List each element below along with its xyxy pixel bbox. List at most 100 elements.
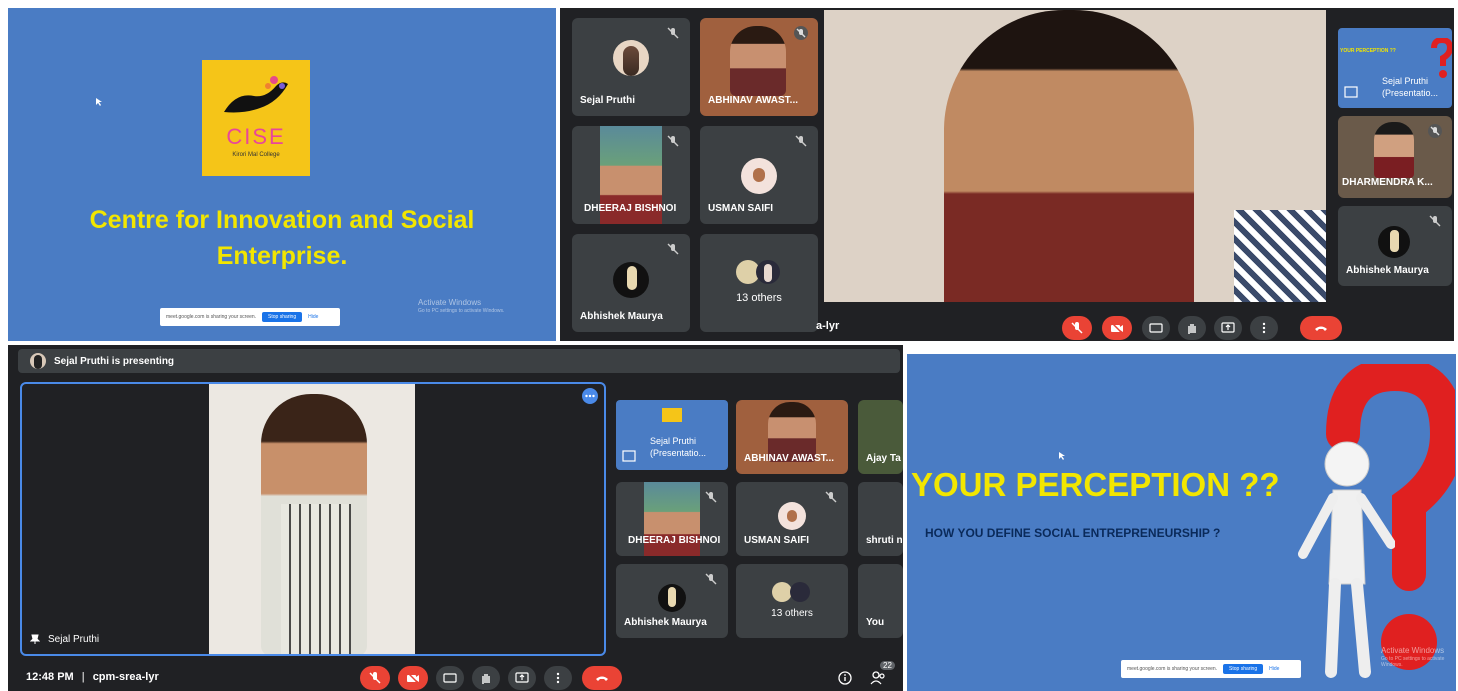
presentation-tile[interactable]: Sejal Pruthi (Presentatio... [616, 400, 728, 470]
meeting-separator: | [81, 671, 85, 683]
participant-tile[interactable]: DHARMENDRA K... [1338, 116, 1452, 198]
participant-tile[interactable]: DHEERAJ BISHNOI [616, 482, 728, 556]
mouse-pointer-icon [1059, 452, 1065, 460]
meeting-code-partial: a-lyr [816, 320, 840, 332]
avatar [756, 260, 780, 284]
stop-sharing-button[interactable]: Stop sharing [262, 312, 303, 322]
captions-button[interactable] [436, 666, 464, 690]
participant-tile[interactable]: ABHINAV AWAST... [736, 400, 848, 474]
mouse-pointer-icon [96, 98, 102, 106]
participant-tile[interactable]: Abhishek Maurya [616, 564, 728, 638]
participant-name: Abhishek Maurya [1346, 265, 1429, 276]
hands-logo-icon [224, 76, 288, 113]
meeting-info: 12:48 PM | cpm-srea-lyr [26, 671, 159, 683]
others-count: 13 others [736, 292, 782, 304]
mic-off-icon [667, 243, 679, 255]
participant-tile[interactable]: You [858, 564, 903, 638]
presenter-video [209, 384, 415, 654]
camera-toggle-button[interactable] [398, 666, 428, 690]
participant-name: Sejal Pruthi [580, 95, 636, 106]
cise-logo-subtitle: Kirori Mal College [232, 152, 280, 158]
participant-tile[interactable]: Ajay Ta [858, 400, 903, 474]
hide-button[interactable]: Hide [1269, 666, 1279, 672]
participant-name: You [866, 617, 885, 628]
participant-tile[interactable]: USMAN SAIFI [700, 126, 818, 224]
captions-button[interactable] [1142, 316, 1170, 340]
participant-name: DHEERAJ BISHNOI [584, 203, 677, 214]
participant-tile[interactable]: Abhishek Maurya [1338, 206, 1452, 286]
participant-tile[interactable]: DHEERAJ BISHNOI [572, 126, 690, 224]
panel-perception-slide: YOUR PERCEPTION ?? HOW YOU DEFINE SOCIAL… [907, 354, 1456, 691]
participant-name: Abhishek Maurya [580, 311, 663, 322]
more-horiz-icon [585, 394, 595, 398]
activate-windows-title: Activate Windows [418, 298, 482, 307]
presenter-main-tile[interactable]: Sejal Pruthi [20, 382, 606, 656]
avatar [790, 582, 810, 602]
participant-name: DHARMENDRA K... [1342, 177, 1433, 188]
people-icon[interactable] [870, 671, 886, 685]
participant-name: Abhishek Maurya [624, 617, 707, 628]
mic-off-icon [1428, 124, 1442, 138]
mic-toggle-button[interactable] [360, 666, 390, 690]
presentation-thumb-sub: (Presentatio... [1382, 88, 1439, 98]
mic-off-icon [667, 27, 679, 39]
presentation-thumb-name: Sejal Pruthi [1382, 76, 1429, 86]
end-call-button[interactable] [1300, 316, 1342, 340]
presentation-tile[interactable]: YOUR PERCEPTION ?? Sejal Pruthi (Present… [1338, 28, 1452, 108]
participant-name: Ajay Ta [866, 453, 901, 464]
mic-toggle-button[interactable] [1062, 316, 1092, 340]
mic-off-icon [1429, 215, 1441, 227]
avatar [778, 502, 806, 530]
present-button[interactable] [1214, 316, 1242, 340]
participant-name: shruti n [866, 535, 903, 546]
hand-icon [482, 674, 490, 684]
raise-hand-button[interactable] [1178, 316, 1206, 340]
presenting-text: Sejal Pruthi is presenting [54, 355, 175, 367]
more-options-button[interactable] [544, 666, 572, 690]
present-button[interactable] [508, 666, 536, 690]
stop-sharing-button[interactable]: Stop sharing [1223, 664, 1264, 674]
panel-meet-grid-top: Sejal Pruthi ABHINAV AWAST... DHEERAJ BI… [560, 8, 1454, 341]
avatar [741, 158, 777, 194]
thinking-person-icon [1298, 441, 1395, 678]
others-count: 13 others [771, 608, 813, 619]
hand-icon [1188, 324, 1196, 334]
question-mark-icon [1431, 38, 1452, 78]
more-options-button[interactable] [582, 388, 598, 404]
mic-off-icon [1071, 322, 1083, 334]
present-screen-icon [1221, 322, 1235, 333]
camera-toggle-button[interactable] [1102, 316, 1132, 340]
participant-name: USMAN SAIFI [744, 535, 809, 546]
avatar [1378, 226, 1410, 258]
presentation-thumb-sub: (Presentatio... [650, 448, 707, 458]
participant-video [730, 26, 786, 96]
more-vert-icon [1262, 322, 1266, 334]
presentation-thumb-name: Sejal Pruthi [650, 436, 697, 446]
slide-heading-line2: Enterprise. [216, 242, 348, 270]
end-call-button[interactable] [582, 666, 622, 690]
share-bar-text: meet.google.com is sharing your screen. [1127, 666, 1218, 672]
captions-icon [443, 673, 457, 683]
hide-button[interactable]: Hide [308, 314, 318, 320]
presenter-name: Sejal Pruthi [48, 634, 100, 645]
pin-icon [30, 634, 40, 644]
info-icon[interactable] [838, 671, 852, 685]
cise-logo: CISE Kirori Mal College [202, 60, 310, 176]
raise-hand-button[interactable] [472, 666, 500, 690]
more-options-button[interactable] [1250, 316, 1278, 340]
participant-tile[interactable]: 13 others [736, 564, 848, 638]
present-screen-icon [1344, 86, 1358, 98]
meeting-time: 12:48 PM [26, 671, 74, 683]
participant-tile[interactable]: shruti n [858, 482, 903, 556]
participant-tile[interactable]: 13 others [700, 234, 818, 332]
mic-off-icon [369, 672, 381, 684]
camera-off-icon [406, 671, 420, 685]
mic-off-icon [795, 135, 807, 147]
participant-tile[interactable]: Abhishek Maurya [572, 234, 690, 332]
participant-tile[interactable]: Sejal Pruthi [572, 18, 690, 116]
screen-share-bar: meet.google.com is sharing your screen. … [1121, 660, 1301, 678]
participant-count-badge: 22 [880, 661, 895, 670]
participant-tile[interactable]: ABHINAV AWAST... [700, 18, 818, 116]
participant-tile[interactable]: USMAN SAIFI [736, 482, 848, 556]
screen-share-bar: meet.google.com is sharing your screen. … [160, 308, 340, 326]
